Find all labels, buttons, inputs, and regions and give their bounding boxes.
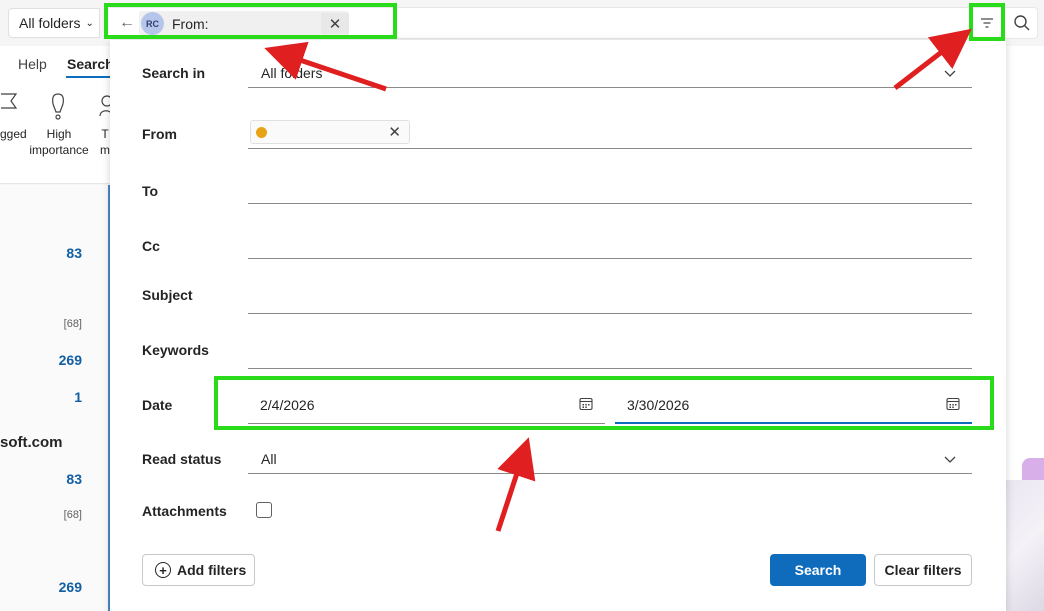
tab-selected-indicator — [66, 76, 110, 78]
search-in-dropdown[interactable] — [248, 87, 972, 88]
folder-scope-dropdown[interactable]: All folders ⌄ — [8, 8, 100, 38]
message-count: 83 — [66, 471, 82, 487]
decorative-graphic — [1022, 458, 1044, 482]
read-status-value[interactable]: All — [261, 451, 277, 467]
search-button[interactable] — [1008, 8, 1036, 38]
message-count: [68] — [63, 509, 82, 521]
message-count: 83 — [66, 245, 82, 261]
tab-help[interactable]: Help — [18, 56, 47, 72]
cc-field[interactable] — [248, 258, 972, 259]
subject-field[interactable] — [248, 313, 972, 314]
ribbon-third-label[interactable]: T m — [100, 126, 110, 158]
domain-heading: soft.com — [0, 434, 63, 451]
folder-scope-label: All folders — [19, 15, 81, 31]
chevron-down-icon: ⌄ — [85, 17, 94, 29]
exclamation-icon — [52, 93, 64, 120]
plus-circle-icon: + — [155, 562, 171, 578]
ribbon-high-importance-label[interactable]: High importance — [26, 126, 92, 158]
highlight-box-search-chip — [104, 3, 397, 39]
highlight-box-filter-button — [969, 3, 1005, 41]
decorative-graphic — [1004, 480, 1044, 611]
to-label: To — [142, 183, 159, 199]
advanced-search-panel: Search in All folders From ✕ To Cc Subje… — [110, 40, 1006, 611]
tab-search[interactable]: Search — [67, 56, 114, 72]
message-count: 1 — [74, 389, 82, 405]
highlight-box-date-range — [214, 376, 994, 430]
chevron-down-icon[interactable] — [943, 453, 957, 467]
flag-icon — [1, 93, 18, 109]
search-in-value[interactable]: All folders — [261, 65, 322, 81]
close-icon[interactable]: ✕ — [388, 123, 401, 141]
message-count: 269 — [58, 579, 82, 595]
search-submit-button[interactable]: Search — [770, 554, 866, 586]
keywords-label: Keywords — [142, 342, 209, 358]
search-in-label: Search in — [142, 65, 206, 81]
attachments-label: Attachments — [142, 503, 227, 519]
clear-filters-button[interactable]: Clear filters — [874, 554, 972, 586]
cc-label: Cc — [142, 238, 160, 254]
to-field[interactable] — [248, 203, 972, 204]
message-count: 269 — [58, 352, 82, 368]
read-status-dropdown[interactable] — [248, 473, 972, 474]
clock-icon — [256, 127, 267, 138]
ribbon-flagged-label[interactable]: gged — [0, 126, 27, 142]
message-count: [68] — [63, 318, 82, 330]
search-icon — [1014, 15, 1030, 31]
read-status-label: Read status — [142, 451, 222, 467]
keywords-field[interactable] — [248, 368, 972, 369]
message-list-background: 83 [68] 269 1 soft.com 83 [68] 269 — [0, 185, 110, 611]
chevron-down-icon[interactable] — [943, 67, 957, 81]
date-label: Date — [142, 397, 173, 413]
subject-label: Subject — [142, 287, 193, 303]
attachments-checkbox[interactable] — [256, 502, 272, 518]
from-person-chip[interactable]: ✕ — [250, 120, 410, 144]
from-label: From — [142, 126, 177, 142]
add-filters-label: Add filters — [177, 562, 247, 578]
from-field[interactable] — [248, 148, 972, 149]
add-filters-button[interactable]: + Add filters — [142, 554, 255, 586]
